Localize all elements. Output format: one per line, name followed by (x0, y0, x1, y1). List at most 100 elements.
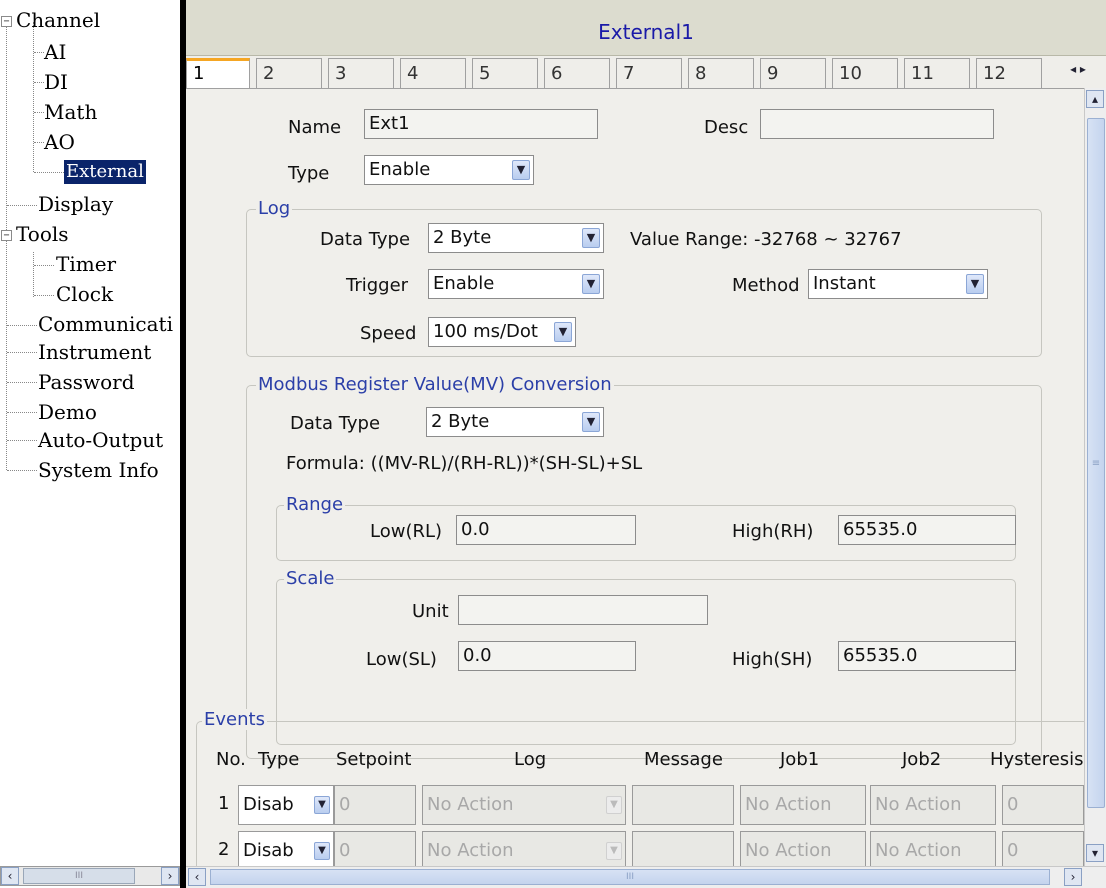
method-label: Method (732, 275, 800, 296)
collapse-icon[interactable]: − (1, 230, 12, 241)
chevron-down-icon[interactable]: ▼ (582, 412, 600, 432)
event-job1-select[interactable]: No Action (740, 831, 866, 871)
tab-3[interactable]: 3 (328, 58, 394, 88)
tree-connector (7, 440, 37, 441)
events-col-hysteresis: Hysteresis (990, 749, 1084, 770)
tab-9[interactable]: 9 (760, 58, 826, 88)
tree-connector (33, 22, 34, 172)
trigger-select[interactable]: Enable ▼ (428, 269, 604, 299)
name-field[interactable]: Ext1 (364, 109, 598, 139)
scale-high-field[interactable]: 65535.0 (838, 641, 1016, 671)
tree-item-clock[interactable]: Clock (56, 282, 113, 306)
scroll-down-icon[interactable]: ▾ (1086, 844, 1104, 862)
desc-field[interactable] (760, 109, 994, 139)
scrollbar-thumb[interactable]: ≡ (1087, 118, 1105, 808)
tree-item-ai[interactable]: AI (44, 40, 66, 64)
tree-item-channel[interactable]: Channel (16, 8, 100, 32)
tab-4[interactable]: 4 (400, 58, 466, 88)
event-log-select[interactable]: No Action ▼ (422, 785, 626, 825)
tab-1[interactable]: 1 (186, 58, 250, 88)
tab-8[interactable]: 8 (688, 58, 754, 88)
scrollbar-thumb[interactable]: III (210, 869, 1050, 885)
tree-item-timer[interactable]: Timer (56, 252, 116, 276)
tree-connector (7, 325, 37, 326)
event-row-number: 1 (218, 793, 230, 814)
modbus-group-title: Modbus Register Value(MV) Conversion (256, 374, 614, 395)
range-group-title: Range (284, 494, 346, 515)
tree-item-label: Tools (16, 222, 69, 246)
event-type-select[interactable]: Disab ▼ (238, 831, 334, 871)
modbus-data-type-select[interactable]: 2 Byte ▼ (426, 407, 604, 437)
tree-item-instrument[interactable]: Instrument (38, 340, 151, 364)
scroll-right-icon[interactable]: › (1064, 868, 1082, 886)
chevron-down-icon[interactable]: ▼ (606, 796, 622, 814)
tree-item-math[interactable]: Math (44, 100, 97, 124)
tree-item-communication[interactable]: Communicati (38, 312, 173, 336)
chevron-down-icon[interactable]: ▼ (606, 842, 622, 860)
tab-scroll-arrows-icon[interactable]: ◂ ▸ (1058, 62, 1098, 82)
tree-item-display[interactable]: Display (38, 192, 113, 216)
tab-5[interactable]: 5 (472, 58, 538, 88)
type-select[interactable]: Enable ▼ (364, 155, 534, 185)
content-horizontal-scrollbar[interactable]: ‹ III › (186, 866, 1106, 888)
chevron-down-icon[interactable]: ▼ (554, 322, 572, 342)
event-job2-select[interactable]: No Action (870, 831, 996, 871)
range-high-field[interactable]: 65535.0 (838, 515, 1016, 545)
tab-10[interactable]: 10 (832, 58, 898, 88)
scroll-right-icon[interactable]: › (161, 867, 179, 885)
range-low-field[interactable]: 0.0 (456, 515, 636, 545)
tab-2[interactable]: 2 (256, 58, 322, 88)
scale-low-field[interactable]: 0.0 (458, 641, 636, 671)
tree-item-demo[interactable]: Demo (38, 400, 97, 424)
tree-item-auto-output[interactable]: Auto-Output (38, 428, 163, 452)
events-col-setpoint: Setpoint (336, 749, 412, 770)
trigger-value: Enable (433, 273, 495, 294)
event-message-field[interactable] (632, 831, 734, 871)
tree-item-label: Math (44, 100, 98, 124)
tree-item-ao[interactable]: AO (44, 130, 75, 154)
tree-item-tools[interactable]: Tools (16, 222, 69, 246)
value-range-text: Value Range: -32768 ~ 32767 (630, 229, 902, 250)
event-job1-select[interactable]: No Action (740, 785, 866, 825)
collapse-icon[interactable]: − (1, 16, 12, 27)
chevron-down-icon[interactable]: ▼ (966, 274, 984, 294)
scale-low-label: Low(SL) (366, 649, 437, 670)
tree-item-label: Communicati (38, 312, 173, 336)
tree-item-system-info[interactable]: System Info (38, 458, 159, 482)
event-setpoint-field[interactable]: 0 (334, 785, 416, 825)
speed-select[interactable]: 100 ms/Dot ▼ (428, 317, 576, 347)
event-job2-select[interactable]: No Action (870, 785, 996, 825)
tree-item-label: Display (38, 192, 114, 216)
scrollbar-thumb[interactable]: III (23, 868, 135, 884)
chevron-down-icon[interactable]: ▼ (582, 274, 600, 294)
tab-6[interactable]: 6 (544, 58, 610, 88)
unit-field[interactable] (458, 595, 708, 625)
chevron-down-icon[interactable]: ▼ (582, 228, 600, 248)
tree-horizontal-scrollbar[interactable]: ‹ III › (0, 866, 180, 886)
tree-item-di[interactable]: DI (44, 70, 68, 94)
log-data-type-select[interactable]: 2 Byte ▼ (428, 223, 604, 253)
scroll-left-icon[interactable]: ‹ (188, 868, 206, 886)
event-hysteresis-field[interactable]: 0 (1002, 785, 1084, 825)
events-col-job2: Job2 (902, 749, 942, 770)
tab-7[interactable]: 7 (616, 58, 682, 88)
event-message-field[interactable] (632, 785, 734, 825)
modbus-data-type-label: Data Type (290, 413, 381, 434)
chevron-down-icon[interactable]: ▼ (512, 160, 530, 180)
tab-11[interactable]: 11 (904, 58, 970, 88)
event-type-select[interactable]: Disab ▼ (238, 785, 334, 825)
event-setpoint-field[interactable]: 0 (334, 831, 416, 871)
scroll-up-icon[interactable]: ▴ (1086, 90, 1104, 108)
events-col-message: Message (644, 749, 723, 770)
content-vertical-scrollbar[interactable]: ▴ ≡ ▾ (1084, 88, 1106, 868)
chevron-down-icon[interactable]: ▼ (314, 842, 330, 860)
method-select[interactable]: Instant ▼ (808, 269, 988, 299)
tab-12[interactable]: 12 (976, 58, 1042, 88)
scroll-left-icon[interactable]: ‹ (1, 867, 19, 885)
event-hysteresis-field[interactable]: 0 (1002, 831, 1084, 871)
chevron-down-icon[interactable]: ▼ (314, 796, 330, 814)
event-log-select[interactable]: No Action ▼ (422, 831, 626, 871)
tree-item-label: Timer (56, 252, 117, 276)
tree-item-label: Demo (38, 400, 97, 424)
tree-item-password[interactable]: Password (38, 370, 135, 394)
